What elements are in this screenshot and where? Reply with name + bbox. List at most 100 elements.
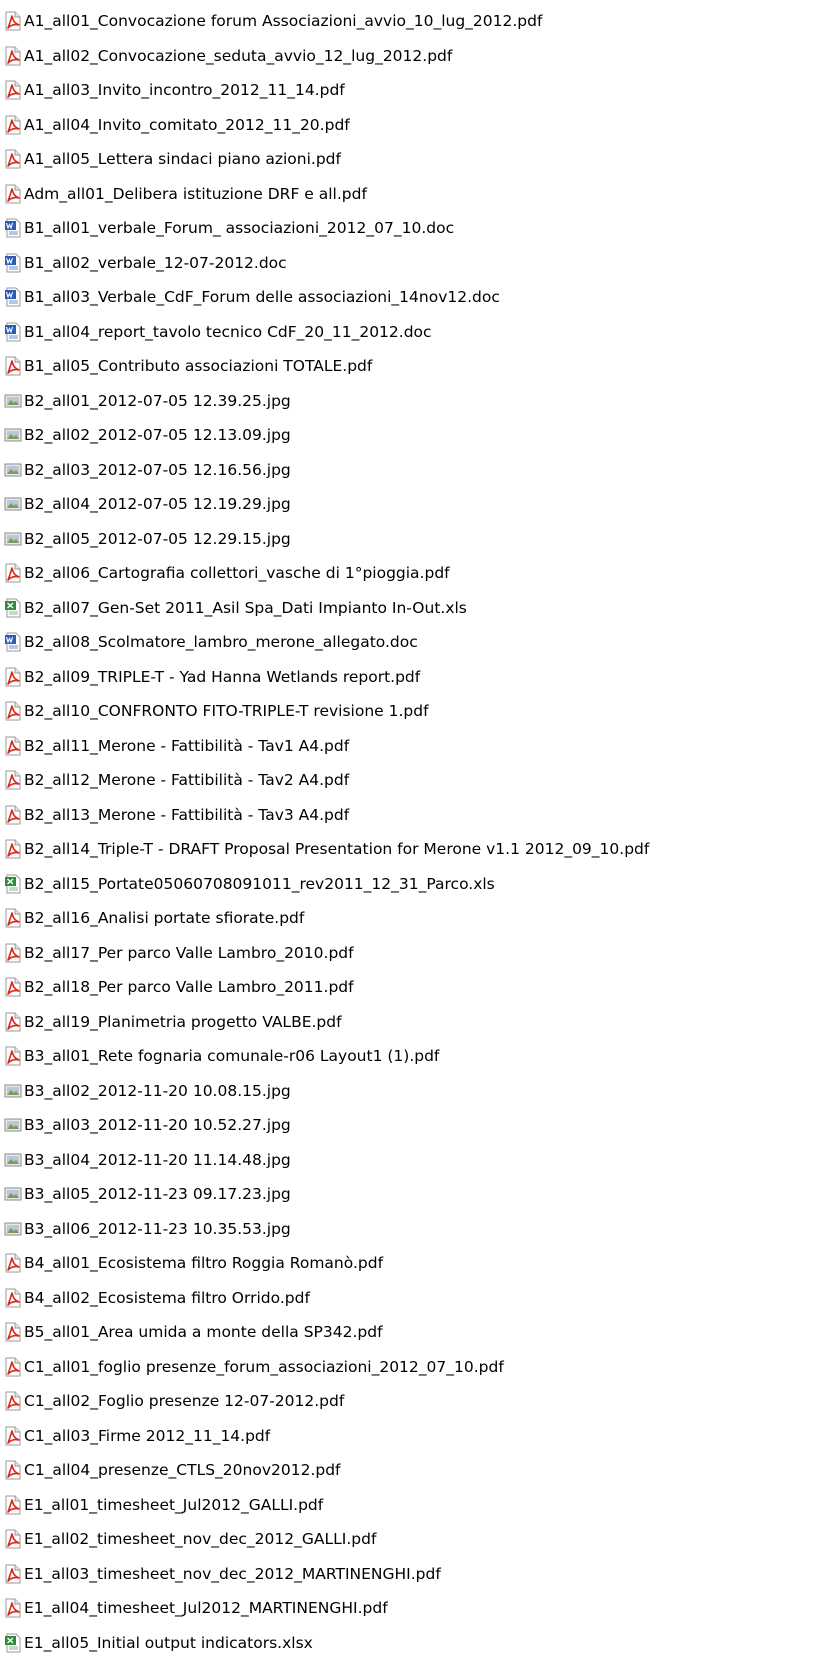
file-name: B2_all06_Cartografia collettori_vasche d… (24, 563, 450, 583)
file-name: C1_all04_presenze_CTLS_20nov2012.pdf (24, 1460, 341, 1480)
file-item[interactable]: B2_all05_2012-07-05 12.29.15.jpg (4, 522, 649, 557)
pdf-icon (4, 46, 22, 66)
file-item[interactable]: B2_all19_Planimetria progetto VALBE.pdf (4, 1005, 649, 1040)
file-item[interactable]: B2_all16_Analisi portate sfiorate.pdf (4, 901, 649, 936)
file-item[interactable]: B1_all04_report_tavolo tecnico CdF_20_11… (4, 315, 649, 350)
file-name: A1_all05_Lettera sindaci piano azioni.pd… (24, 149, 341, 169)
file-name: A1_all04_Invito_comitato_2012_11_20.pdf (24, 115, 350, 135)
file-item[interactable]: Adm_all01_Delibera istituzione DRF e all… (4, 177, 649, 212)
file-item[interactable]: B2_all03_2012-07-05 12.16.56.jpg (4, 453, 649, 488)
file-item[interactable]: B1_all02_verbale_12-07-2012.doc (4, 246, 649, 281)
file-item[interactable]: E1_all04_timesheet_Jul2012_MARTINENGHI.p… (4, 1591, 649, 1626)
file-name: B2_all19_Planimetria progetto VALBE.pdf (24, 1012, 342, 1032)
file-item[interactable]: B2_all12_Merone - Fattibilità - Tav2 A4.… (4, 763, 649, 798)
image-icon (4, 391, 22, 411)
pdf-icon (4, 1253, 22, 1273)
file-name: B2_all15_Portate05060708091011_rev2011_1… (24, 874, 495, 894)
file-item[interactable]: B2_all04_2012-07-05 12.19.29.jpg (4, 487, 649, 522)
file-name: B2_all01_2012-07-05 12.39.25.jpg (24, 391, 291, 411)
file-name: B1_all03_Verbale_CdF_Forum delle associa… (24, 287, 500, 307)
pdf-icon (4, 1426, 22, 1446)
file-item[interactable]: B2_all18_Per parco Valle Lambro_2011.pdf (4, 970, 649, 1005)
pdf-icon (4, 1598, 22, 1618)
word-doc-icon (4, 218, 22, 238)
file-item[interactable]: A1_all05_Lettera sindaci piano azioni.pd… (4, 142, 649, 177)
file-item[interactable]: B4_all01_Ecosistema filtro Roggia Romanò… (4, 1246, 649, 1281)
pdf-icon (4, 1391, 22, 1411)
pdf-icon (4, 1460, 22, 1480)
excel-icon (4, 598, 22, 618)
file-item[interactable]: B2_all14_Triple-T - DRAFT Proposal Prese… (4, 832, 649, 867)
file-name: C1_all01_foglio presenze_forum_associazi… (24, 1357, 504, 1377)
file-item[interactable]: A1_all02_Convocazione_seduta_avvio_12_lu… (4, 39, 649, 74)
file-item[interactable]: E1_all02_timesheet_nov_dec_2012_GALLI.pd… (4, 1522, 649, 1557)
file-name: E1_all02_timesheet_nov_dec_2012_GALLI.pd… (24, 1529, 376, 1549)
file-name: B2_all02_2012-07-05 12.13.09.jpg (24, 425, 291, 445)
pdf-icon (4, 184, 22, 204)
file-item[interactable]: B2_all07_Gen-Set 2011_Asil Spa_Dati Impi… (4, 591, 649, 626)
file-name: B2_all04_2012-07-05 12.19.29.jpg (24, 494, 291, 514)
file-item[interactable]: B4_all02_Ecosistema filtro Orrido.pdf (4, 1281, 649, 1316)
file-name: B2_all03_2012-07-05 12.16.56.jpg (24, 460, 291, 480)
file-item[interactable]: B3_all06_2012-11-23 10.35.53.jpg (4, 1212, 649, 1247)
file-item[interactable]: B2_all17_Per parco Valle Lambro_2010.pdf (4, 936, 649, 971)
file-item[interactable]: C1_all04_presenze_CTLS_20nov2012.pdf (4, 1453, 649, 1488)
file-item[interactable]: B3_all05_2012-11-23 09.17.23.jpg (4, 1177, 649, 1212)
file-name: B1_all02_verbale_12-07-2012.doc (24, 253, 287, 273)
pdf-icon (4, 1322, 22, 1342)
file-item[interactable]: B3_all01_Rete fognaria comunale-r06 Layo… (4, 1039, 649, 1074)
file-list: A1_all01_Convocazione forum Associazioni… (4, 4, 649, 1660)
image-icon (4, 494, 22, 514)
file-item[interactable]: B3_all03_2012-11-20 10.52.27.jpg (4, 1108, 649, 1143)
file-name: B2_all16_Analisi portate sfiorate.pdf (24, 908, 304, 928)
file-item[interactable]: B2_all09_TRIPLE-T - Yad Hanna Wetlands r… (4, 660, 649, 695)
file-item[interactable]: B2_all08_Scolmatore_lambro_merone_allega… (4, 625, 649, 660)
file-item[interactable]: E1_all01_timesheet_Jul2012_GALLI.pdf (4, 1488, 649, 1523)
file-name: B2_all14_Triple-T - DRAFT Proposal Prese… (24, 839, 649, 859)
file-item[interactable]: B2_all01_2012-07-05 12.39.25.jpg (4, 384, 649, 419)
pdf-icon (4, 149, 22, 169)
file-item[interactable]: B5_all01_Area umida a monte della SP342.… (4, 1315, 649, 1350)
pdf-icon (4, 1012, 22, 1032)
file-item[interactable]: B2_all15_Portate05060708091011_rev2011_1… (4, 867, 649, 902)
excel-icon (4, 874, 22, 894)
file-name: E1_all05_Initial output indicators.xlsx (24, 1633, 313, 1653)
file-item[interactable]: A1_all01_Convocazione forum Associazioni… (4, 4, 649, 39)
file-item[interactable]: B1_all05_Contributo associazioni TOTALE.… (4, 349, 649, 384)
file-name: B2_all13_Merone - Fattibilità - Tav3 A4.… (24, 805, 349, 825)
image-icon (4, 1150, 22, 1170)
file-item[interactable]: A1_all04_Invito_comitato_2012_11_20.pdf (4, 108, 649, 143)
pdf-icon (4, 11, 22, 31)
file-item[interactable]: C1_all03_Firme 2012_11_14.pdf (4, 1419, 649, 1454)
file-item[interactable]: C1_all02_Foglio presenze 12-07-2012.pdf (4, 1384, 649, 1419)
file-name: B2_all08_Scolmatore_lambro_merone_allega… (24, 632, 418, 652)
pdf-icon (4, 1288, 22, 1308)
file-name: A1_all03_Invito_incontro_2012_11_14.pdf (24, 80, 345, 100)
file-item[interactable]: B1_all01_verbale_Forum_ associazioni_201… (4, 211, 649, 246)
image-icon (4, 1081, 22, 1101)
file-item[interactable]: B2_all13_Merone - Fattibilità - Tav3 A4.… (4, 798, 649, 833)
pdf-icon (4, 805, 22, 825)
word-doc-icon (4, 322, 22, 342)
file-list-window: { "files": [ {"name": "A1_all01_Convocaz… (0, 0, 825, 1597)
pdf-icon (4, 977, 22, 997)
file-item[interactable]: E1_all03_timesheet_nov_dec_2012_MARTINEN… (4, 1557, 649, 1592)
file-name: B3_all04_2012-11-20 11.14.48.jpg (24, 1150, 291, 1170)
word-doc-icon (4, 287, 22, 307)
pdf-icon (4, 115, 22, 135)
file-item[interactable]: E1_all05_Initial output indicators.xlsx (4, 1626, 649, 1660)
pdf-icon (4, 1564, 22, 1584)
pdf-icon (4, 1357, 22, 1377)
file-item[interactable]: B3_all04_2012-11-20 11.14.48.jpg (4, 1143, 649, 1178)
file-item[interactable]: A1_all03_Invito_incontro_2012_11_14.pdf (4, 73, 649, 108)
file-item[interactable]: B3_all02_2012-11-20 10.08.15.jpg (4, 1074, 649, 1109)
file-item[interactable]: B2_all02_2012-07-05 12.13.09.jpg (4, 418, 649, 453)
file-name: B2_all07_Gen-Set 2011_Asil Spa_Dati Impi… (24, 598, 467, 618)
file-item[interactable]: B1_all03_Verbale_CdF_Forum delle associa… (4, 280, 649, 315)
pdf-icon (4, 80, 22, 100)
file-item[interactable]: B2_all06_Cartografia collettori_vasche d… (4, 556, 649, 591)
file-item[interactable]: B2_all11_Merone - Fattibilità - Tav1 A4.… (4, 729, 649, 764)
file-item[interactable]: B2_all10_CONFRONTO FITO-TRIPLE-T revisio… (4, 694, 649, 729)
pdf-icon (4, 356, 22, 376)
file-item[interactable]: C1_all01_foglio presenze_forum_associazi… (4, 1350, 649, 1385)
